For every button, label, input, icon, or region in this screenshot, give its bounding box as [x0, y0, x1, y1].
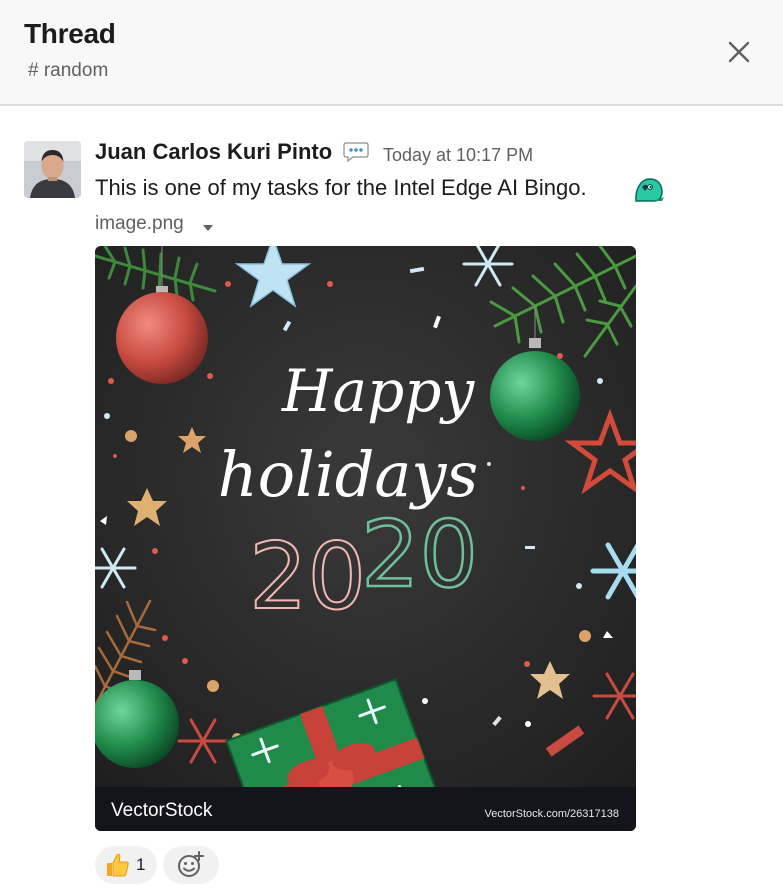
reaction-thumbs-up[interactable]: 1 — [95, 846, 157, 884]
thread-title: Thread — [24, 18, 116, 49]
card-year-part2: 20 — [361, 501, 478, 608]
caret-down-icon[interactable] — [202, 220, 214, 231]
reaction-count: 1 — [136, 855, 146, 874]
watermark-brand: VectorStock — [111, 800, 213, 821]
thumbs-up-icon — [107, 853, 129, 877]
holiday-card-image: Happy holidays 20 20 VectorStock VectorS… — [95, 246, 636, 831]
message-author[interactable]: Juan Carlos Kuri Pinto — [95, 139, 332, 165]
add-reaction-button[interactable] — [163, 846, 219, 884]
message: Juan Carlos Kuri Pinto Today at 10:17 PM… — [0, 106, 783, 893]
message-timestamp[interactable]: Today at 10:17 PM — [383, 145, 533, 166]
close-icon — [728, 41, 750, 63]
file-name[interactable]: image.png — [95, 213, 184, 235]
avatar[interactable] — [24, 141, 81, 198]
parrot-icon — [632, 175, 666, 205]
watermark-id: VectorStock.com/26317138 — [484, 808, 619, 820]
close-button[interactable] — [724, 37, 754, 67]
image-attachment[interactable]: Happy holidays 20 20 VectorStock VectorS… — [95, 246, 636, 831]
thread-header: Thread # random — [0, 0, 783, 106]
channel-link[interactable]: # random — [28, 60, 108, 82]
card-line1: Happy — [281, 357, 475, 425]
add-emoji-icon — [178, 851, 204, 877]
message-text: This is one of my tasks for the Intel Ed… — [95, 175, 587, 200]
speech-balloon-icon — [343, 141, 369, 163]
card-year-part1: 20 — [249, 523, 366, 630]
